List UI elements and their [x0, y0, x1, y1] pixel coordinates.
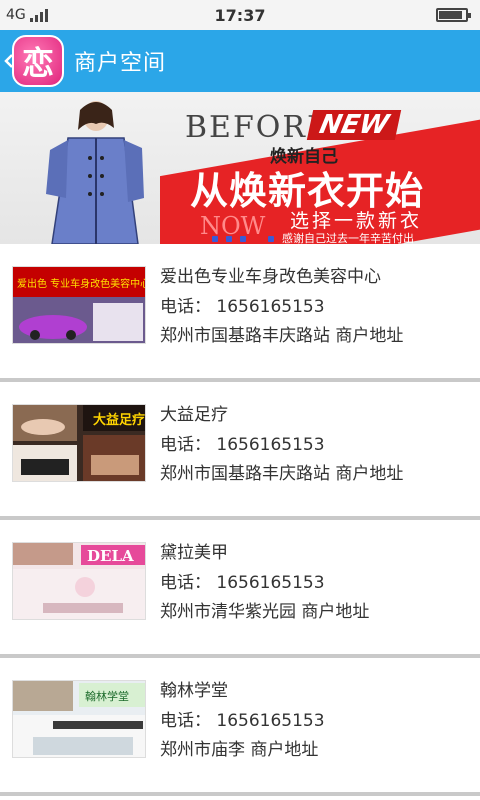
signal-icon: [29, 8, 48, 22]
thumb-caption: 爱出色 专业车身改色美容中心: [17, 277, 146, 290]
merchant-list: 爱出色 专业车身改色美容中心 爱出色专业车身改色美容中心 电话： 1656165…: [0, 244, 480, 796]
merchant-item[interactable]: DELA 黛拉美甲 电话： 1656165153 郑州市清华紫光园 商户地址: [0, 520, 480, 658]
promo-banner[interactable]: BEFORE NEW 焕新自己 从焕新衣开始 NOW 选择一款新衣 感谢自己过去…: [0, 92, 480, 244]
merchant-name: 翰林学堂: [160, 681, 228, 701]
status-time: 17:37: [214, 5, 266, 25]
merchant-name: 爱出色专业车身改色美容中心: [160, 267, 381, 287]
merchant-phone[interactable]: 电话： 1656165153: [160, 292, 325, 317]
thumb-caption: 翰林学堂: [85, 689, 129, 703]
merchant-thumbnail[interactable]: DELA: [12, 542, 146, 620]
battery-icon: [436, 8, 471, 22]
merchant-phone[interactable]: 电话： 1656165153: [160, 430, 325, 455]
app-logo-char: 恋: [21, 44, 54, 82]
app-header: 恋 商户空间: [0, 30, 480, 92]
status-left: 4G: [6, 7, 48, 23]
merchant-name: 黛拉美甲: [160, 543, 228, 563]
banner-new-badge: NEW: [306, 110, 402, 140]
status-bar: 4G 17:37: [0, 0, 480, 30]
merchant-address[interactable]: 郑州市国基路丰庆路站 商户地址: [160, 459, 403, 484]
thumb-caption: DELA: [87, 547, 134, 565]
merchant-item[interactable]: 大益足疗 大益足疗 电话： 1656165153 郑州市国基路丰庆路站 商户地址: [0, 382, 480, 520]
merchant-name: 大益足疗: [160, 405, 228, 425]
pager-dot[interactable]: [240, 236, 246, 242]
merchant-thumbnail[interactable]: 爱出色 专业车身改色美容中心: [12, 266, 146, 344]
banner-tagline: 选择一款新衣: [290, 210, 423, 232]
merchant-address[interactable]: 郑州市清华紫光园 商户地址: [160, 597, 369, 622]
merchant-thumbnail[interactable]: 翰林学堂: [12, 680, 146, 758]
merchant-thumbnail[interactable]: 大益足疗: [12, 404, 146, 482]
merchant-address[interactable]: 郑州市庙李 商户地址: [160, 735, 318, 760]
merchant-phone[interactable]: 电话： 1656165153: [160, 568, 325, 593]
pager-dot[interactable]: [226, 236, 232, 242]
merchant-address[interactable]: 郑州市国基路丰庆路站 商户地址: [160, 321, 403, 346]
pager-dot[interactable]: [268, 236, 274, 242]
banner-caption: 感谢自己过去一年辛苦付出: [282, 232, 414, 244]
merchant-phone[interactable]: 电话： 1656165153: [160, 706, 325, 731]
network-type: 4G: [6, 7, 26, 23]
banner-pager: [212, 236, 274, 242]
banner-model-image: [46, 101, 144, 244]
page-title: 商户空间: [74, 51, 167, 76]
app-logo[interactable]: 恋: [12, 35, 64, 87]
thumb-caption: 大益足疗: [93, 412, 145, 428]
merchant-item[interactable]: 爱出色 专业车身改色美容中心 爱出色专业车身改色美容中心 电话： 1656165…: [0, 244, 480, 382]
pager-dot[interactable]: [212, 236, 218, 242]
merchant-item[interactable]: 翰林学堂 翰林学堂 电话： 1656165153 郑州市庙李 商户地址: [0, 658, 480, 796]
